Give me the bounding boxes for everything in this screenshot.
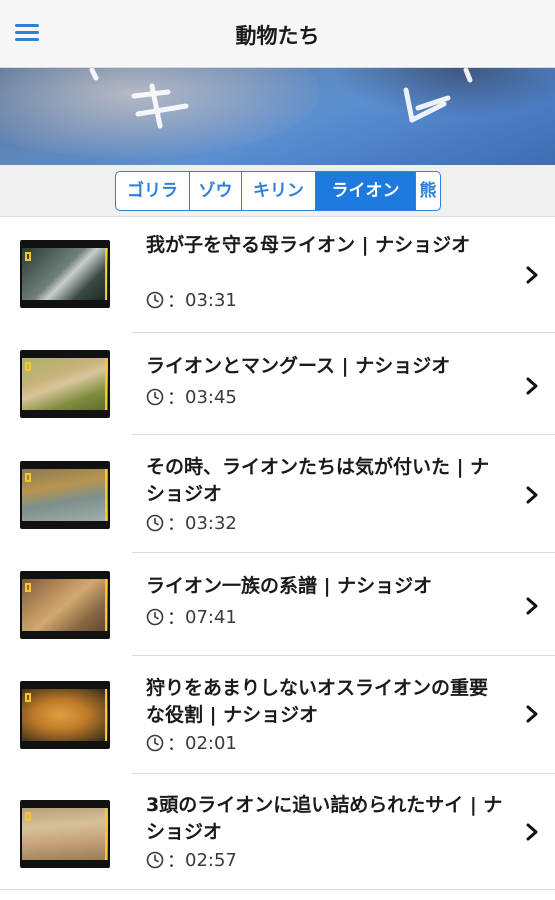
chevron-right-icon	[526, 823, 538, 841]
segment-bear[interactable]: 熊	[416, 172, 440, 210]
video-thumbnail	[20, 461, 110, 529]
duration-value: 03:31	[185, 289, 237, 311]
video-row[interactable]: ライオンとマングース | ナショジオ ： 03:45	[0, 333, 555, 435]
clock-icon	[146, 851, 164, 869]
video-thumbnail	[20, 800, 110, 868]
video-thumbnail	[20, 240, 110, 308]
video-title: 狩りをあまりしないオスライオンの重要な役割 | ナショジオ	[146, 677, 489, 726]
duration-prefix: ：	[167, 514, 185, 535]
duration-prefix: ：	[167, 291, 185, 312]
duration-value: 03:32	[185, 512, 237, 534]
chevron-right-icon	[526, 486, 538, 504]
video-row[interactable]: ライオン一族の系譜 | ナショジオ ： 07:41	[0, 553, 555, 656]
video-duration: ： 02:57	[146, 848, 237, 872]
clock-icon	[146, 514, 164, 532]
video-title: ライオンとマングース | ナショジオ	[146, 355, 451, 377]
video-duration: ： 02:01	[146, 731, 237, 755]
segment-lion[interactable]: ライオン	[316, 172, 416, 210]
video-title: 3頭のライオンに追い詰められたサイ | ナショジオ	[146, 794, 503, 843]
duration-prefix: ：	[167, 734, 185, 755]
clock-icon	[146, 734, 164, 752]
video-duration: ： 03:32	[146, 511, 237, 535]
video-title: 我が子を守る母ライオン | ナショジオ	[146, 234, 471, 256]
chevron-right-icon	[526, 266, 538, 284]
category-segmented-control: ゴリラ ゾウ キリン ライオン 熊	[115, 171, 441, 211]
clock-icon	[146, 291, 164, 309]
video-duration: ： 07:41	[146, 605, 237, 629]
chevron-right-icon	[526, 377, 538, 395]
segment-elephant[interactable]: ゾウ	[190, 172, 242, 210]
chevron-right-icon	[526, 705, 538, 723]
video-row[interactable]: 我が子を守る母ライオン | ナショジオ ： 03:31	[0, 217, 555, 333]
header-banner-image	[0, 68, 555, 165]
page-title: 動物たち	[235, 24, 320, 48]
navigation-bar: 動物たち	[0, 0, 555, 68]
video-row[interactable]: その時、ライオンたちは気が付いた | ナショジオ ： 03:32	[0, 435, 555, 553]
chevron-right-icon	[526, 597, 538, 615]
duration-value: 03:45	[185, 386, 237, 408]
video-thumbnail	[20, 571, 110, 639]
duration-prefix: ：	[167, 608, 185, 629]
video-title: その時、ライオンたちは気が付いた | ナショジオ	[146, 456, 490, 505]
duration-prefix: ：	[167, 851, 185, 872]
video-thumbnail	[20, 350, 110, 418]
duration-value: 07:41	[185, 606, 237, 628]
duration-prefix: ：	[167, 388, 185, 409]
video-duration: ： 03:31	[146, 288, 237, 312]
duration-value: 02:01	[185, 732, 237, 754]
category-segment-bar: ゴリラ ゾウ キリン ライオン 熊	[0, 165, 555, 217]
segment-gorilla[interactable]: ゴリラ	[116, 172, 190, 210]
video-duration: ： 03:45	[146, 385, 237, 409]
video-row[interactable]: 3頭のライオンに追い詰められたサイ | ナショジオ ： 02:57	[0, 774, 555, 890]
duration-value: 02:57	[185, 849, 237, 871]
video-row[interactable]: 狩りをあまりしないオスライオンの重要な役割 | ナショジオ ： 02:01	[0, 656, 555, 774]
segment-giraffe[interactable]: キリン	[242, 172, 316, 210]
list-bottom-divider	[0, 889, 555, 890]
video-thumbnail	[20, 681, 110, 749]
video-title: ライオン一族の系譜 | ナショジオ	[146, 575, 433, 597]
video-list: 我が子を守る母ライオン | ナショジオ ： 03:31 ライオンとマングース | …	[0, 217, 555, 890]
clock-icon	[146, 388, 164, 406]
clock-icon	[146, 608, 164, 626]
